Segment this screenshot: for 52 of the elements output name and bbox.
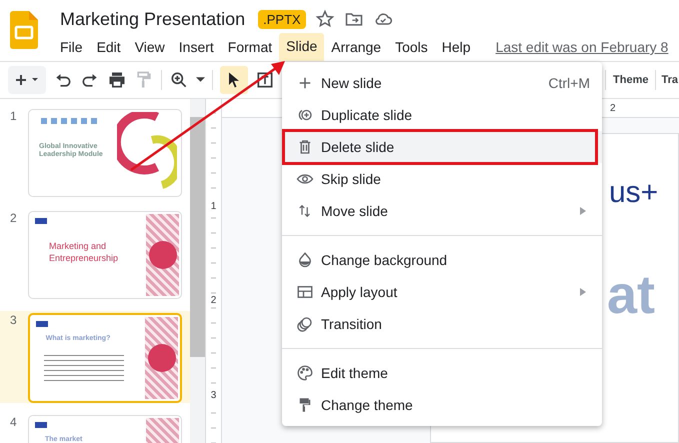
slide-text: at	[607, 264, 656, 326]
menu-item[interactable]: Arrange	[324, 34, 388, 60]
menu-item[interactable]: Insert	[172, 34, 221, 60]
menu-item[interactable]: Help	[434, 34, 478, 60]
file-type-badge: .PPTX	[258, 10, 306, 28]
slide-thumbnail[interactable]: Marketing and Entrepreneurship	[28, 211, 182, 299]
menu-option[interactable]: Skip slide	[282, 163, 602, 195]
slide-number: 4	[10, 415, 18, 431]
slide-text: us+	[609, 176, 658, 210]
flag-logo	[35, 422, 47, 428]
toolbar-button[interactable]: Tra	[661, 74, 678, 86]
menu-option[interactable]: Change theme	[282, 389, 602, 421]
print-icon[interactable]	[107, 70, 127, 90]
palette-icon	[296, 364, 314, 382]
star-icon[interactable]	[314, 9, 335, 29]
ruler-number: 3	[210, 390, 216, 402]
slide-number: 3	[10, 313, 18, 329]
menu-option[interactable]: Change background	[282, 244, 602, 276]
toolbar-button[interactable]: Theme	[613, 74, 648, 86]
menu-item[interactable]: Format	[220, 34, 280, 60]
flag-logo	[36, 321, 48, 327]
document-title[interactable]: Marketing Presentation	[60, 8, 246, 30]
menu-option[interactable]: New slide Ctrl+M	[282, 67, 602, 99]
menu-item[interactable]: Edit	[90, 34, 128, 60]
trans-icon	[296, 315, 314, 333]
menu-item[interactable]: Slide	[279, 33, 324, 61]
slide-number: 2	[10, 211, 18, 227]
menu-item[interactable]: File	[53, 34, 90, 60]
slide-number: 1	[10, 109, 18, 125]
last-edit-link[interactable]: Last edit was on February 8	[496, 39, 668, 55]
new-slide-button[interactable]	[8, 66, 46, 94]
menu-option[interactable]: Move slide	[282, 195, 602, 227]
menu-item[interactable]: View	[128, 34, 172, 60]
ruler-number: 2	[610, 102, 616, 114]
menu-option[interactable]: Apply layout	[282, 276, 602, 308]
flag-logo	[35, 218, 47, 224]
menu-option[interactable]: Delete slide	[282, 131, 602, 163]
caret-icon[interactable]	[196, 77, 205, 83]
menu-item[interactable]: Tools	[388, 34, 435, 60]
text-box-icon[interactable]	[255, 70, 275, 90]
layout-icon	[296, 283, 314, 301]
menu-option[interactable]: Edit theme	[282, 357, 602, 389]
menu-option[interactable]: Duplicate slide	[282, 99, 602, 131]
slide-row[interactable]: 2 Marketing and Entrepreneurship	[0, 209, 190, 301]
menu-option[interactable]: Transition	[282, 308, 602, 340]
zoom-icon[interactable]	[169, 70, 189, 90]
ruler-number: 1	[210, 200, 216, 212]
slide-title: Marketing and Entrepreneurship	[49, 240, 120, 264]
select-tool-button[interactable]	[220, 66, 248, 94]
scrollbar[interactable]	[190, 99, 205, 443]
drop-icon	[296, 251, 314, 269]
shortcut-text: Ctrl+M	[548, 75, 590, 91]
